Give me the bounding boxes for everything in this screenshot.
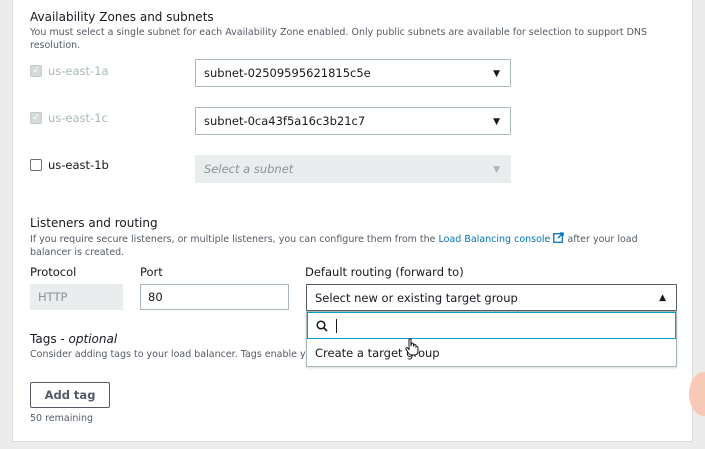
caret-up-icon: ▲ — [659, 293, 666, 303]
text-caret — [336, 318, 337, 333]
zone-label: us-east-1c — [48, 111, 108, 125]
subnet-value: subnet-02509595621815c5e — [204, 66, 371, 80]
dropdown-option[interactable]: Create a target group — [307, 339, 676, 366]
target-group-search[interactable] — [307, 312, 676, 339]
zone-row-us-east-1a: ✓ us-east-1a — [30, 64, 109, 78]
load-balancing-console-link[interactable]: Load Balancing console — [439, 234, 551, 245]
protocol-label: Protocol — [30, 265, 77, 279]
tags-title: Tags - — [30, 332, 69, 346]
target-group-placeholder: Select new or existing target group — [315, 290, 518, 305]
external-link-icon[interactable] — [553, 232, 565, 243]
zone-checkbox-us-east-1b[interactable] — [30, 159, 42, 171]
tags-remaining: 50 remaining — [30, 413, 94, 424]
default-routing-label: Default routing (forward to) — [305, 265, 464, 279]
caret-down-icon: ▼ — [493, 165, 500, 175]
target-group-select[interactable]: Select new or existing target group ▲ — [306, 284, 677, 311]
zone-label: us-east-1b — [48, 158, 109, 172]
subnet-select-us-east-1c[interactable]: subnet-0ca43f5a16c3b21c7 ▼ — [195, 107, 511, 135]
port-input[interactable]: 80 — [140, 284, 289, 310]
availability-zones-heading: Availability Zones and subnets — [30, 10, 214, 24]
add-tag-button[interactable]: Add tag — [30, 382, 110, 408]
zone-checkbox-us-east-1c[interactable]: ✓ — [30, 112, 42, 124]
caret-down-icon: ▼ — [493, 69, 500, 79]
subnet-placeholder: Select a subnet — [204, 162, 294, 176]
zone-row-us-east-1b: us-east-1b — [30, 158, 109, 172]
tags-heading: Tags - optional — [30, 332, 117, 346]
load-balancer-config-panel: Availability Zones and subnets You must … — [12, 0, 693, 442]
protocol-input[interactable]: HTTP — [30, 284, 123, 310]
subnet-select-us-east-1b[interactable]: Select a subnet ▼ — [195, 155, 511, 183]
caret-down-icon: ▼ — [493, 117, 500, 127]
subnet-select-us-east-1a[interactable]: subnet-02509595621815c5e ▼ — [195, 59, 511, 87]
checkmark-icon: ✓ — [32, 113, 40, 123]
listeners-heading: Listeners and routing — [30, 216, 158, 230]
listeners-description-text: If you require secure listeners, or mult… — [30, 234, 439, 245]
availability-zones-description: You must select a single subnet for each… — [30, 27, 648, 51]
subnet-value: subnet-0ca43f5a16c3b21c7 — [204, 114, 366, 128]
checkmark-icon: ✓ — [32, 66, 40, 76]
hand-cursor-icon — [405, 338, 419, 356]
tags-optional: optional — [68, 332, 118, 346]
target-group-dropdown: Create a target group — [306, 311, 677, 367]
zone-label: us-east-1a — [48, 64, 109, 78]
zone-checkbox-us-east-1a[interactable]: ✓ — [30, 65, 42, 77]
tags-description: Consider adding tags to your load balanc… — [30, 349, 305, 360]
zone-row-us-east-1c: ✓ us-east-1c — [30, 111, 108, 125]
port-label: Port — [140, 265, 163, 279]
listeners-description: If you require secure listeners, or mult… — [30, 232, 670, 259]
search-icon — [316, 319, 328, 332]
